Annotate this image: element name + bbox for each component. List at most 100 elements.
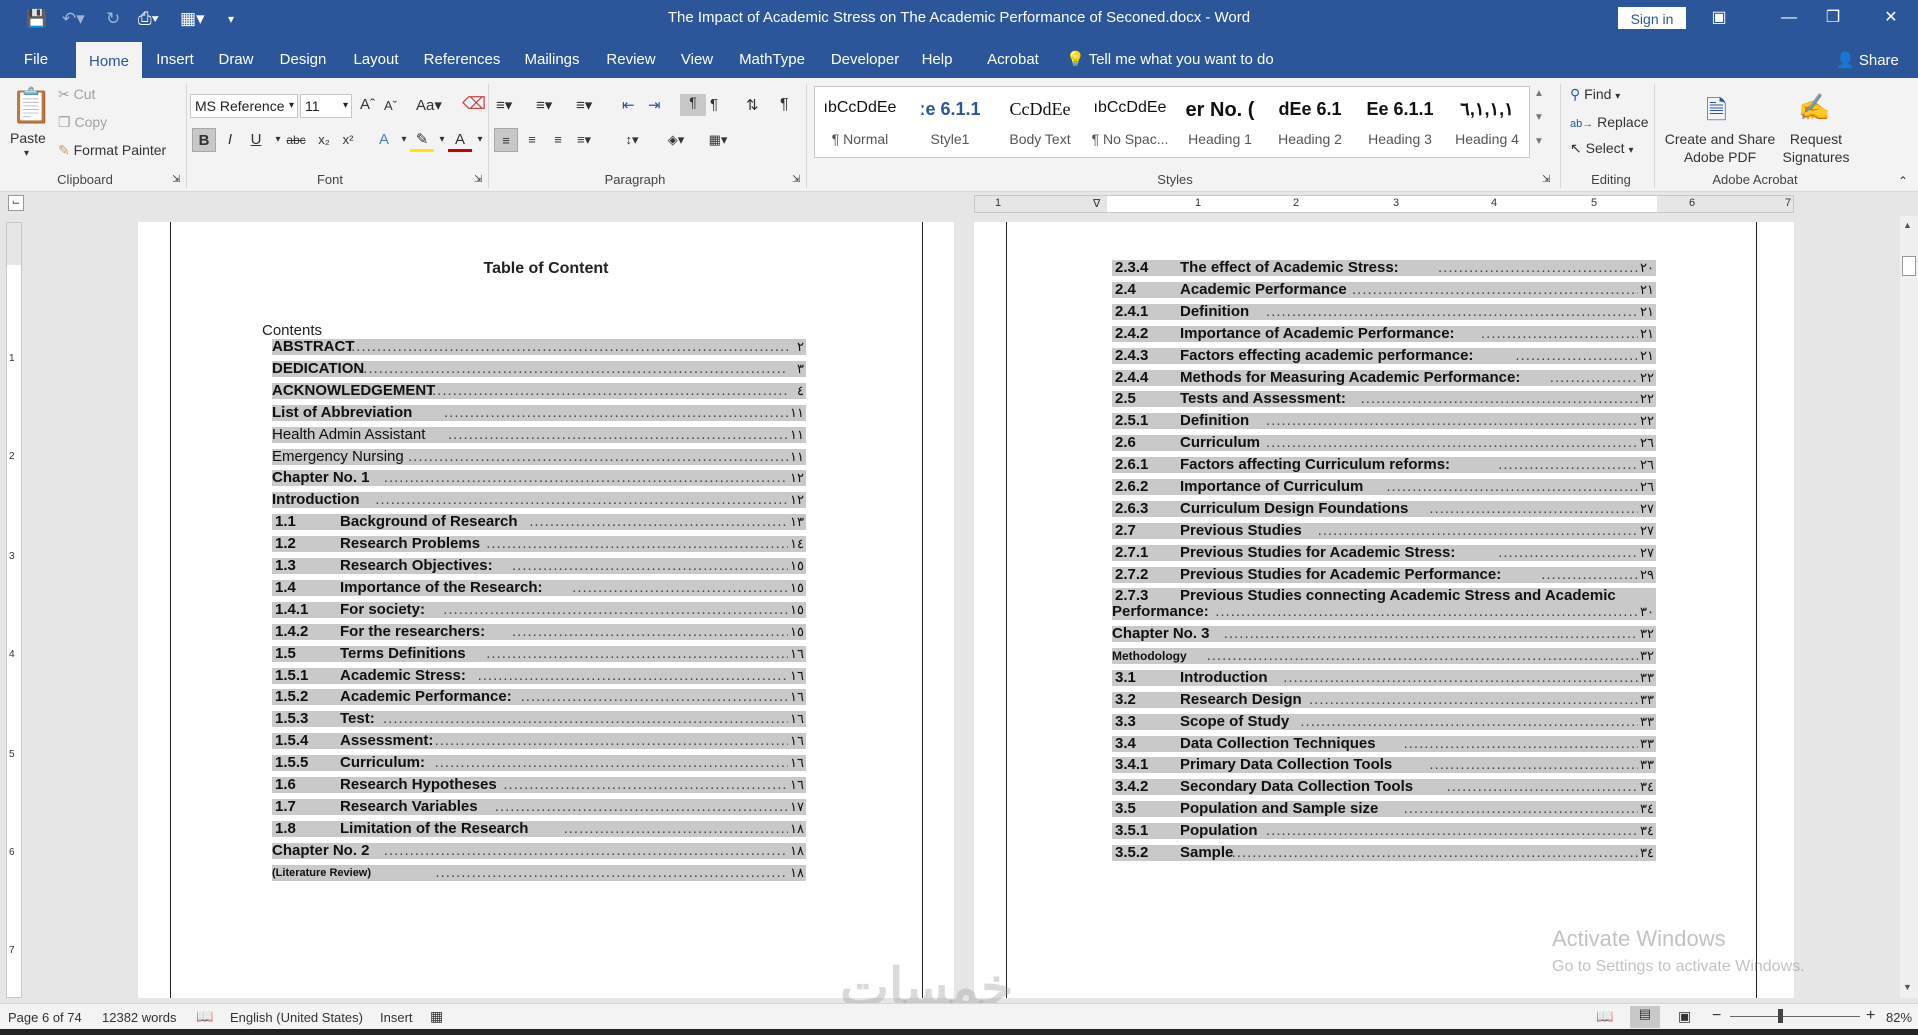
page-left[interactable]: Table of Content Contents ABSTRACT......… [138,222,954,998]
bullets-icon[interactable]: ≡▾ [496,96,512,114]
copy-button[interactable]: ❐ Copy [58,114,107,131]
toc-entry[interactable]: 3.5.2 Sample.............................… [1112,845,1656,861]
request-signatures-button[interactable]: Request Signatures [1776,130,1856,166]
toc-entry[interactable]: 3.4.2 Secondary Data Collection Tools....… [1112,779,1656,796]
tab-mathtype[interactable]: MathType [732,38,812,78]
style-no-spacing[interactable]: ıbCcDdEe ¶ No Spac... [1085,87,1175,157]
toc-entry[interactable]: 3.5 Population and Sample size...........… [1112,801,1656,818]
style-body-text[interactable]: CcDdEe Body Text [995,87,1085,157]
toc-entry[interactable]: Health Admin Assistant..................… [272,426,806,443]
toc-entry[interactable]: 1.2 Research Problems....................… [272,536,806,553]
horizontal-ruler[interactable]: 1 ∇ 1 2 3 4 5 6 7 [974,195,1794,213]
toc-entry[interactable]: List of Abbreviation....................… [272,404,806,421]
replace-button[interactable]: ab→ Replace [1570,114,1649,130]
multilevel-list-icon[interactable]: ≡▾ [576,96,592,114]
zoom-slider[interactable] [1730,1016,1860,1017]
align-center-button[interactable]: ≡ [520,128,544,152]
gallery-down-icon[interactable]: ▼ [1534,112,1544,123]
insert-mode[interactable]: Insert [380,1010,413,1025]
page-count[interactable]: Page 6 of 74 [8,1010,82,1025]
select-button[interactable]: ↖ Select ▾ [1570,140,1633,157]
toc-entry[interactable]: ABSTRACT................................… [272,339,806,355]
toc-entry[interactable]: 3.2 Research Design......................… [1112,691,1656,708]
tab-layout[interactable]: Layout [344,38,408,78]
style-heading-1[interactable]: er No. (Heading 1 [1175,87,1265,157]
toc-entry[interactable]: 2.7 Previous Studies.....................… [1112,522,1656,539]
ltr-direction-icon[interactable]: ¶ [680,94,706,116]
tab-insert[interactable]: Insert [150,38,200,78]
toc-entry[interactable]: ACKNOWLEDGEMENT.........................… [272,382,806,399]
toc-entry[interactable]: 1.6 Research Hypotheses..................… [272,777,806,793]
shrink-font-icon[interactable]: Aˇ [384,98,397,113]
paste-button[interactable]: Paste [10,130,46,146]
scroll-up-icon[interactable]: ▲ [1903,220,1912,230]
toc-entry[interactable]: 2.6.3 Curriculum Design Foundations......… [1112,500,1656,517]
toc-entry[interactable]: 2.5 Tests and Assessment:................… [1112,391,1656,408]
toc-entry[interactable]: 1.1 Background of Research...............… [272,514,806,531]
font-size-box[interactable]: 11 ▾ [300,94,352,118]
paragraph-launcher-icon[interactable]: ⇲ [792,174,800,185]
toc-entry[interactable]: 2.6 Curriculum...........................… [1112,435,1656,452]
toc-entry[interactable]: 1.4 Importance of the Research:..........… [272,579,806,596]
toc-entry[interactable]: 1.5.2 Academic Performance:..............… [272,689,806,706]
sort-icon[interactable]: ⇅ [746,96,759,114]
minimize-button[interactable]: — [1774,6,1804,30]
restore-button[interactable]: ❐ [1818,6,1848,30]
tab-review[interactable]: Review [598,38,664,78]
italic-button[interactable]: I [218,128,242,152]
toc-entry[interactable]: 1.4.2 For the researchers:...............… [272,623,806,640]
toc-entry[interactable]: 1.5.4 Assessment:........................… [272,733,806,750]
toc-entry[interactable]: Methodology.............................… [1112,647,1656,664]
toc-entry[interactable]: 3.4 Data Collection Techniques...........… [1112,735,1656,752]
read-mode-icon[interactable]: 📖 [1596,1008,1613,1025]
paste-icon[interactable]: 📋 [10,86,52,126]
toc-entry[interactable]: 2.4.1 Definition.........................… [1112,303,1656,320]
zoom-in-icon[interactable]: + [1866,1007,1875,1025]
vertical-scrollbar[interactable]: ▲ ▼ [1900,216,1918,998]
toc-entry[interactable]: 1.5.3 Test:..............................… [272,711,806,728]
change-case-icon[interactable]: Aa▾ [416,96,442,114]
toc-entry[interactable]: 2.7.2 Previous Studies for Academic Perfo… [1112,566,1656,583]
zoom-slider-thumb[interactable] [1778,1009,1783,1023]
clipboard-launcher-icon[interactable]: ⇲ [172,174,180,185]
style-heading-2[interactable]: dEe 6.1 Heading 2 [1265,87,1355,157]
toc-entry[interactable]: Chapter No. 2...........................… [272,842,806,859]
styles-launcher-icon[interactable]: ⇲ [1542,174,1550,185]
toc-entry[interactable]: 2.4.4 Methods for Measuring Academic Perf… [1112,369,1656,386]
tab-references[interactable]: References [418,38,506,78]
toc-entry[interactable]: 2.5.1 Definition.........................… [1112,413,1656,430]
grow-font-icon[interactable]: Aˆ [360,96,375,113]
superscript-button[interactable]: x² [336,128,360,152]
toc-entry[interactable]: Introduction............................… [272,492,806,509]
scroll-down-icon[interactable]: ▼ [1903,982,1912,992]
style-style1[interactable]: ːe 6.1.1 Style1 [905,87,995,157]
font-name-box[interactable]: MS Reference ▾ [190,94,298,118]
borders-icon[interactable]: ▦▾ [706,128,730,152]
tab-draw[interactable]: Draw [212,38,260,78]
show-marks-icon[interactable]: ¶ [780,96,789,114]
align-right-button[interactable]: ≡ [546,128,570,152]
toc-entry[interactable]: 2.4.2 Importance of Academic Performance:… [1112,325,1656,342]
toc-entry[interactable]: 1.8 Limitation of the Research...........… [272,820,806,837]
ribbon-display-icon[interactable]: ▣ [1704,6,1734,30]
create-share-pdf-button[interactable]: Create and Share Adobe PDF [1660,130,1780,166]
share-button[interactable]: 👤 Share [1836,38,1899,78]
toc-entry[interactable]: 2.4.3 Factors effecting academic performa… [1112,347,1656,364]
format-painter-button[interactable]: ✎ Format Painter [58,142,166,159]
underline-button[interactable]: U [244,128,268,152]
tab-view[interactable]: View [674,38,720,78]
zoom-level[interactable]: 82% [1886,1010,1912,1025]
language[interactable]: English (United States) [230,1010,363,1025]
toc-entry[interactable]: 3.3 Scope of Study.......................… [1112,713,1656,730]
sign-in-button[interactable]: Sign in [1618,7,1686,29]
tab-file[interactable]: File [14,38,58,78]
decrease-indent-icon[interactable]: ⇤ [622,96,635,114]
request-signatures-icon[interactable]: ✍ [1798,92,1830,123]
tab-developer[interactable]: Developer [824,38,906,78]
style-heading-3[interactable]: Ee 6.1.1 Heading 3 [1355,87,1445,157]
proofing-icon[interactable]: 📖 [196,1008,213,1025]
zoom-out-icon[interactable]: − [1712,1007,1721,1025]
tell-me-box[interactable]: 💡 Tell me what you want to do [1066,38,1274,78]
tab-mailings[interactable]: Mailings [516,38,588,78]
rtl-direction-icon[interactable]: ¶ [710,96,718,113]
